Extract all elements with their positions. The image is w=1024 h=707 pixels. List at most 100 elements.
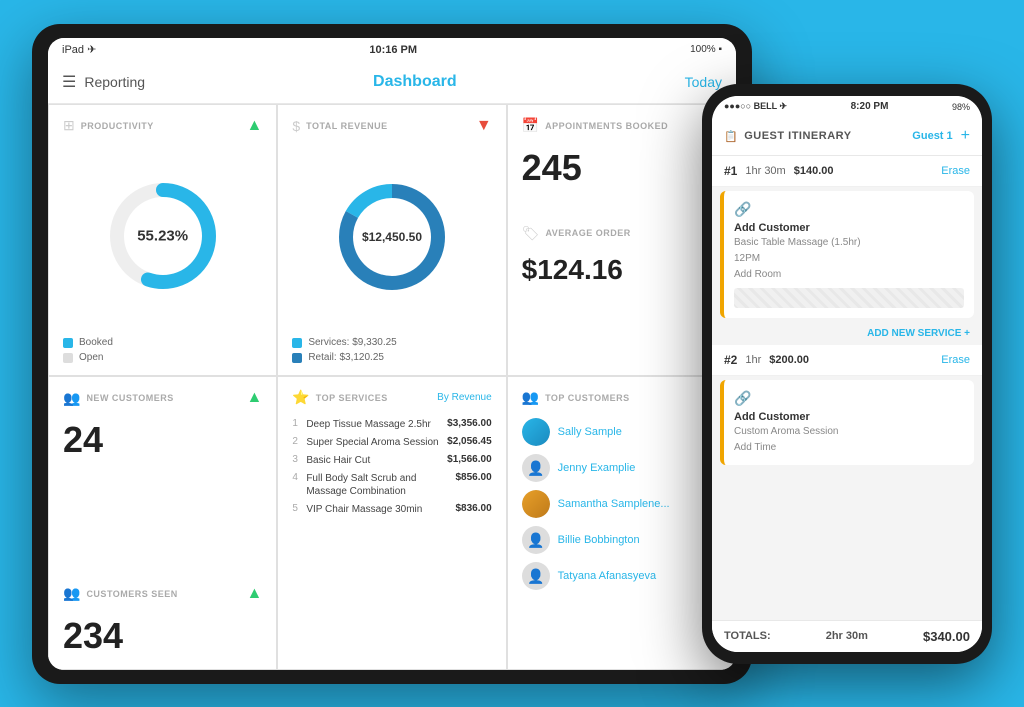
link-icon-2: 🔗 — [734, 390, 964, 407]
itinerary-row-1: #1 1hr 30m $140.00 Erase — [712, 156, 982, 187]
customer-avatar-placeholder-4: 👤 — [527, 532, 544, 549]
top-services-label: TOP SERVICES — [316, 393, 388, 403]
slot1-erase-button[interactable]: Erase — [941, 165, 970, 177]
revenue-value: $12,450.50 — [362, 230, 422, 244]
avg-order-label: AVERAGE ORDER — [545, 228, 630, 238]
service-item-3: 3 Basic Hair Cut $1,566.00 — [292, 454, 491, 467]
service-item-4: 4 Full Body Salt Scrub and Massage Combi… — [292, 472, 491, 498]
appointments-value: 245 — [522, 147, 721, 189]
customer-avatar-4: 👤 — [522, 526, 550, 554]
productivity-icon: ⊞ — [63, 117, 75, 134]
service-block-2-detail: Custom Aroma Session — [734, 425, 964, 439]
phone-navbar: 📋 GUEST ITINERARY Guest 1 + — [712, 118, 982, 156]
itinerary-row-2: #2 1hr $200.00 Erase — [712, 345, 982, 376]
totals-label: TOTALS: — [724, 630, 771, 642]
service-price-5: $836.00 — [456, 503, 492, 514]
customer-avatar-3 — [522, 490, 550, 518]
service-block-1-detail: Basic Table Massage (1.5hr) — [734, 236, 964, 250]
revenue-card: $ TOTAL REVENUE ▼ $12,450.50 — [277, 104, 506, 377]
top-customers-label: TOP CUSTOMERS — [545, 393, 630, 403]
phone-time: 8:20 PM — [851, 101, 889, 112]
reporting-label: Reporting — [84, 74, 145, 90]
slot1-price: $140.00 — [794, 165, 834, 177]
customers-seen-value: 234 — [63, 615, 262, 657]
revenue-label: TOTAL REVENUE — [306, 121, 388, 131]
open-label: Open — [79, 352, 103, 363]
menu-icon[interactable]: ☰ — [62, 72, 76, 92]
service-block-2-title: Add Customer — [734, 411, 964, 423]
nav-left: ☰ Reporting — [62, 72, 145, 92]
phone-carrier: ●●●○○ BELL ✈ — [724, 101, 787, 112]
service-item-2: 2 Super Special Aroma Session $2,056.45 — [292, 436, 491, 449]
service-block-2: 🔗 Add Customer Custom Aroma Session Add … — [720, 380, 974, 465]
tablet-time: 10:16 PM — [369, 44, 417, 56]
booked-label: Booked — [79, 337, 113, 348]
by-revenue-filter[interactable]: By Revenue — [437, 392, 491, 403]
today-button[interactable]: Today — [685, 74, 722, 90]
new-customers-trend-icon: ▲ — [246, 389, 262, 407]
open-dot — [63, 353, 73, 363]
top-customers-icon: 👥 — [522, 389, 539, 406]
revenue-chart: $12,450.50 — [292, 143, 491, 332]
customer-name-2[interactable]: Jenny Examplie — [558, 462, 636, 474]
service-item-5: 5 VIP Chair Massage 30min $836.00 — [292, 503, 491, 516]
services-legend: Services: $9,330.25 — [292, 337, 491, 348]
service-block-1-striped — [734, 288, 964, 308]
appointments-label: APPOINTMENTS BOOKED — [545, 121, 668, 131]
service-rank-4: 4 — [292, 472, 302, 483]
add-guest-button[interactable]: + — [961, 127, 970, 145]
add-service-button[interactable]: ADD NEW SERVICE + — [867, 328, 970, 339]
customer-name-5[interactable]: Tatyana Afanasyeva — [558, 570, 656, 582]
appointments-header: 📅 APPOINTMENTS BOOKED ▲ — [522, 117, 721, 135]
itinerary-title: GUEST ITINERARY — [744, 130, 851, 142]
slot2-left: #2 1hr $200.00 — [724, 353, 809, 367]
service-block-1-room: Add Room — [734, 268, 964, 282]
avg-order-value: $124.16 — [522, 254, 721, 286]
service-rank-3: 3 — [292, 454, 302, 465]
customer-name-3[interactable]: Samantha Samplene... — [558, 498, 670, 510]
service-rank-2: 2 — [292, 436, 302, 447]
productivity-label: PRODUCTIVITY — [81, 121, 154, 131]
avg-order-header: 🏷 AVERAGE ORDER — [522, 225, 721, 242]
service-block-2-time: Add Time — [734, 441, 964, 455]
new-customers-icon: 👥 — [63, 390, 80, 407]
productivity-header: ⊞ PRODUCTIVITY ▲ — [63, 117, 262, 135]
tablet-battery: 100% ▪ — [690, 44, 722, 55]
services-list: 1 Deep Tissue Massage 2.5hr $3,356.00 2 … — [292, 418, 491, 516]
revenue-header: $ TOTAL REVENUE ▼ — [292, 117, 491, 135]
service-name-2: Super Special Aroma Session — [306, 436, 441, 449]
productivity-card: ⊞ PRODUCTIVITY ▲ 55.23% — [48, 104, 277, 377]
slot2-erase-button[interactable]: Erase — [941, 354, 970, 366]
customer-name-1[interactable]: Sally Sample — [558, 426, 622, 438]
guest-label[interactable]: Guest 1 — [912, 130, 952, 142]
totals-amount: $340.00 — [923, 629, 970, 644]
top-customers-header: 👥 TOP CUSTOMERS — [522, 389, 721, 406]
new-customers-header: 👥 NEW CUSTOMERS ▲ — [63, 389, 262, 407]
revenue-legend: Services: $9,330.25 Retail: $3,120.25 — [292, 337, 491, 363]
customer-name-4[interactable]: Billie Bobbington — [558, 534, 640, 546]
dashboard-title[interactable]: Dashboard — [373, 73, 457, 91]
phone-nav-right: Guest 1 + — [912, 127, 970, 145]
productivity-chart: 55.23% — [63, 143, 262, 330]
customer-item-4: 👤 Billie Bobbington — [522, 526, 721, 554]
customer-item-2: 👤 Jenny Examplie — [522, 454, 721, 482]
slot2-number: #2 — [724, 353, 737, 367]
new-customers-value: 24 — [63, 419, 262, 461]
phone-nav-title: 📋 GUEST ITINERARY — [724, 130, 852, 143]
customer-avatar-5: 👤 — [522, 562, 550, 590]
customer-item-5: 👤 Tatyana Afanasyeva — [522, 562, 721, 590]
link-icon-1: 🔗 — [734, 201, 964, 218]
slot1-duration: 1hr 30m — [745, 165, 785, 177]
add-service-row: ADD NEW SERVICE + — [712, 322, 982, 345]
slot1-number: #1 — [724, 164, 737, 178]
open-legend: Open — [63, 352, 262, 363]
slot2-duration: 1hr — [745, 354, 761, 366]
customer-item-3: Samantha Samplene... — [522, 490, 721, 518]
customers-seen-header: 👥 CUSTOMERS SEEN ▲ — [63, 585, 262, 603]
revenue-donut: $12,450.50 — [332, 177, 452, 297]
service-price-4: $856.00 — [456, 472, 492, 483]
services-dot — [292, 338, 302, 348]
retail-dot — [292, 353, 302, 363]
top-services-card: ⭐ TOP SERVICES By Revenue 1 Deep Tissue … — [277, 376, 506, 670]
customers-seen-trend-icon: ▲ — [246, 585, 262, 603]
